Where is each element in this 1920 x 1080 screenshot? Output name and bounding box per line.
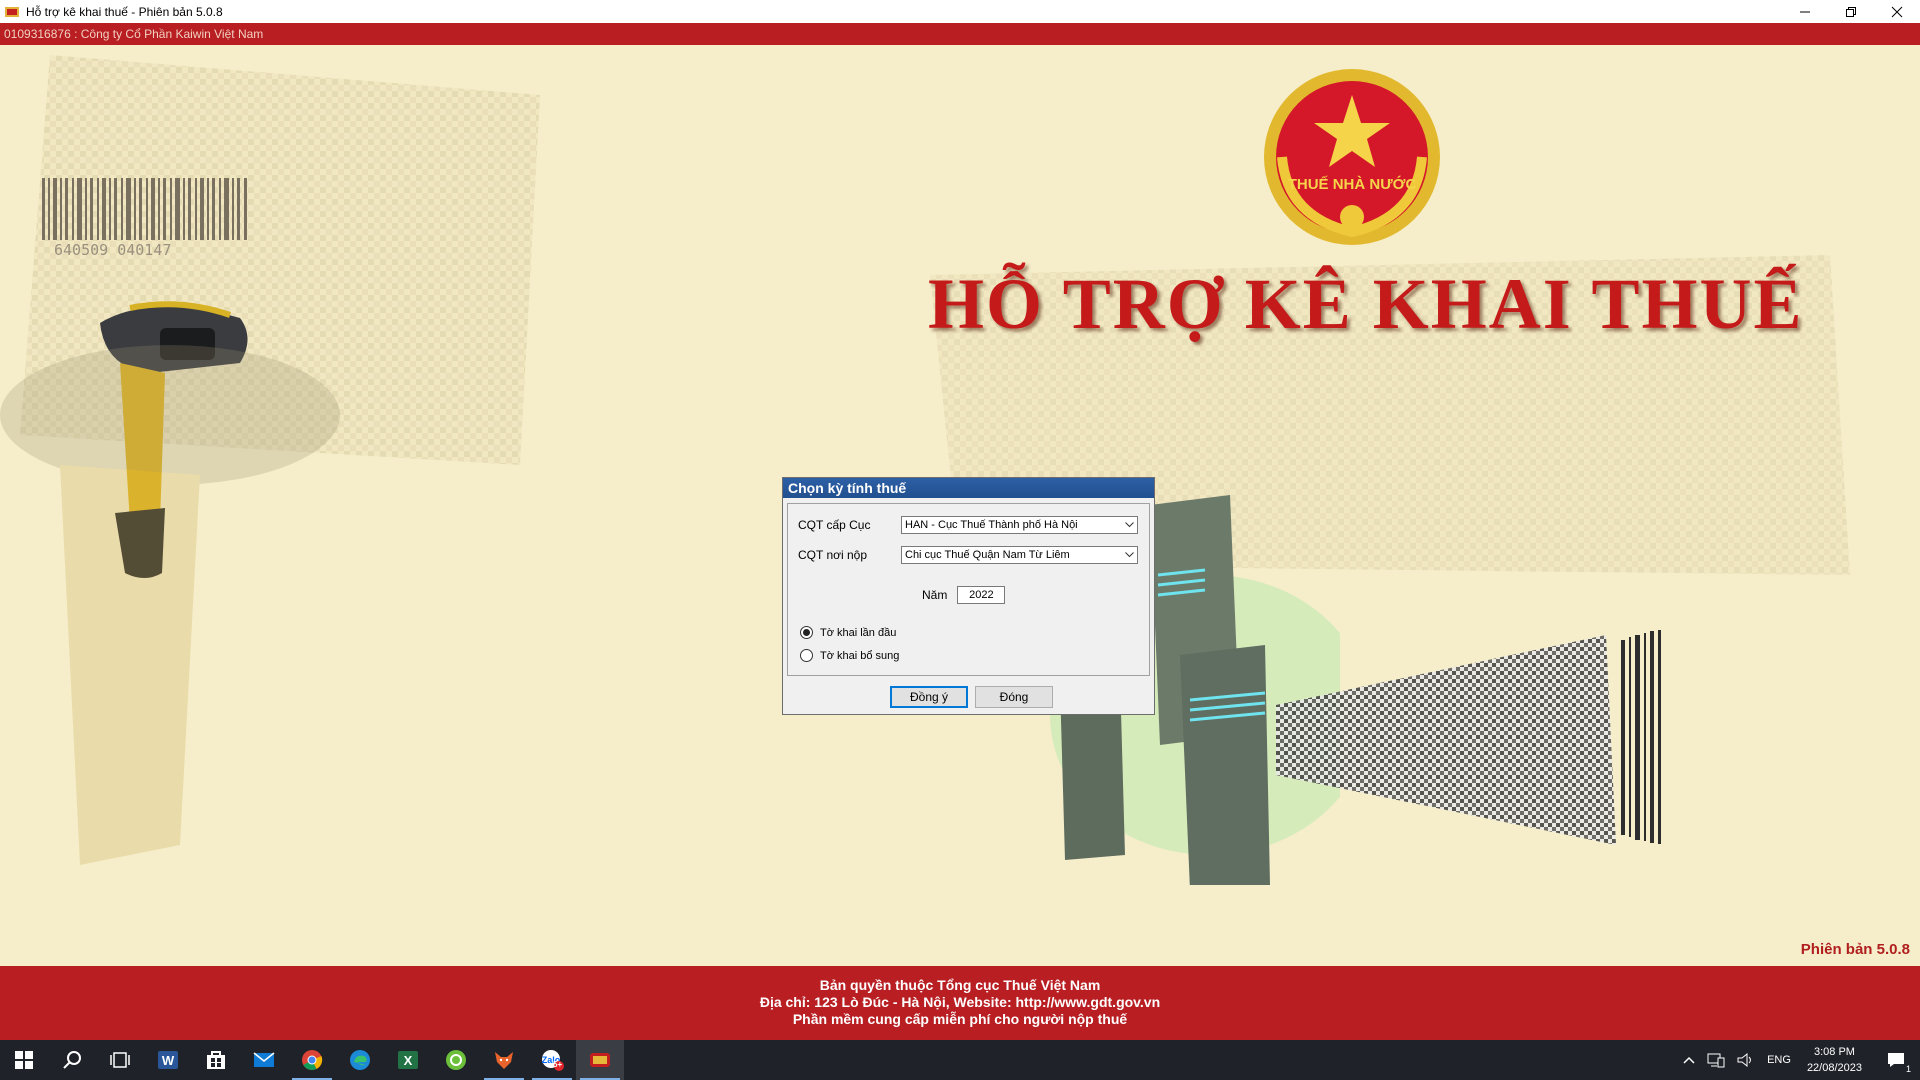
minimize-icon (1800, 11, 1810, 12)
restore-icon (1846, 6, 1856, 17)
minimize-button[interactable] (1782, 0, 1828, 23)
year-input[interactable]: 2022 (957, 586, 1006, 604)
radio-supplement-label: Tờ khai bổ sung (820, 649, 900, 662)
window-title-bar[interactable]: Hỗ trợ kê khai thuế - Phiên bản 5.0.8 (0, 0, 1920, 23)
word-icon: W (158, 1051, 178, 1069)
address-line: Địa chỉ: 123 Lò Đúc - Hà Nội, Website: h… (759, 994, 1161, 1010)
main-background: 640509 040147 THUẾ NHÀ NƯỚC HỖ TRỢ KÊ KH… (0, 45, 1920, 966)
fox-icon (495, 1052, 513, 1069)
year-row: Năm 2022 (922, 586, 1006, 604)
search-icon (63, 1051, 81, 1069)
task-view-icon (110, 1052, 130, 1068)
network-button[interactable] (1701, 1040, 1731, 1080)
dialog-body: CQT cấp Cục HAN - Cục Thuế Thành phố Hà … (787, 503, 1150, 676)
select-tax-period-dialog: Chọn kỳ tính thuế CQT cấp Cục HAN - Cục … (782, 477, 1155, 715)
language-indicator[interactable]: ENG (1761, 1040, 1797, 1080)
svg-text:W: W (162, 1053, 175, 1068)
task-view-button[interactable] (96, 1040, 144, 1080)
notification-button[interactable]: 1 (1872, 1040, 1920, 1080)
year-label: Năm (922, 588, 948, 602)
chevron-up-icon (1683, 1056, 1695, 1064)
close-icon (1891, 6, 1903, 17)
close-dialog-button[interactable]: Đóng (975, 686, 1053, 708)
volume-button[interactable] (1731, 1040, 1761, 1080)
green-app[interactable] (432, 1040, 480, 1080)
search-button[interactable] (48, 1040, 96, 1080)
ok-button[interactable]: Đồng ý (890, 686, 968, 708)
radio-selected-dot (803, 629, 810, 636)
start-button[interactable] (0, 1040, 48, 1080)
barcode-digits: 640509 040147 (54, 241, 171, 258)
chrome-icon (302, 1050, 323, 1070)
radio-first-circle[interactable] (800, 626, 813, 639)
chevron-down-icon[interactable] (1121, 517, 1137, 533)
notification-count: 1 (1902, 1064, 1914, 1074)
windows-logo-icon (15, 1051, 33, 1069)
htkk-app-icon (590, 1053, 610, 1067)
chevron-down-icon[interactable] (1121, 547, 1137, 563)
app-icon (5, 6, 19, 17)
cqt-noi-nop-label: CQT nơi nộp (798, 548, 868, 562)
radio-first-label: Tờ khai lần đầu (820, 626, 897, 639)
company-bar: 0109316876 : Công ty Cổ Phần Kaiwin Việt… (0, 23, 1920, 45)
copyright-line: Bản quyền thuộc Tổng cục Thuế Việt Nam (819, 977, 1101, 993)
free-software-line: Phần mềm cung cấp miễn phí cho người nộp… (792, 1011, 1128, 1027)
emblem-text: THUẾ NHÀ NƯỚC (1288, 175, 1417, 193)
cqt-noi-nop-select[interactable]: Chi cục Thuế Quận Nam Từ Liêm (901, 546, 1138, 564)
app-headline: HỖ TRỢ KÊ KHAI THUẾ (928, 264, 1804, 344)
copyright-footer: Bản quyền thuộc Tổng cục Thuế Việt Nam Đ… (0, 966, 1920, 1040)
version-label: Phiên bản 5.0.8 (1800, 941, 1910, 958)
company-label: 0109316876 : Công ty Cổ Phần Kaiwin Việt… (4, 27, 264, 41)
edge-icon (350, 1050, 370, 1070)
chrome-app[interactable] (288, 1040, 336, 1080)
radio-supplement-circle[interactable] (800, 649, 813, 662)
radio-first-declaration[interactable]: Tờ khai lần đầu (800, 626, 896, 639)
speaker-icon (1737, 1052, 1752, 1068)
cqt-cap-cuc-row: CQT cấp Cục HAN - Cục Thuế Thành phố Hà … (798, 516, 1138, 534)
fox-app[interactable] (480, 1040, 528, 1080)
barcode-wall-image (1276, 630, 1661, 845)
barcode-image: 640509 040147 (42, 178, 247, 258)
restore-button[interactable] (1828, 0, 1874, 23)
excel-icon: X (398, 1051, 418, 1069)
word-app[interactable]: W (144, 1040, 192, 1080)
dialog-title: Chọn kỳ tính thuế (783, 478, 1154, 498)
show-hidden-icons-button[interactable] (1677, 1040, 1701, 1080)
cqt-noi-nop-row: CQT nơi nộp Chi cục Thuế Quận Nam Từ Liê… (798, 546, 1138, 564)
cqt-noi-nop-value: Chi cục Thuế Quận Nam Từ Liêm (905, 549, 1070, 561)
mail-app[interactable] (240, 1040, 288, 1080)
network-icon (1707, 1053, 1725, 1068)
tax-emblem-logo: THUẾ NHÀ NƯỚC (1264, 69, 1440, 245)
svg-text:X: X (404, 1053, 413, 1068)
store-app[interactable] (192, 1040, 240, 1080)
zalo-badge: 5+ (553, 1060, 563, 1069)
green-circle-app-icon (446, 1050, 466, 1070)
clock[interactable]: 3:08 PM 22/08/2023 (1797, 1040, 1872, 1080)
cqt-cap-cuc-value: HAN - Cục Thuế Thành phố Hà Nội (905, 519, 1078, 531)
window-title: Hỗ trợ kê khai thuế - Phiên bản 5.0.8 (26, 4, 223, 19)
cqt-cap-cuc-select[interactable]: HAN - Cục Thuế Thành phố Hà Nội (901, 516, 1138, 534)
zalo-app[interactable]: Zalo 5+ (528, 1040, 576, 1080)
mail-icon (253, 1052, 275, 1067)
cqt-cap-cuc-label: CQT cấp Cục (798, 518, 871, 532)
close-button[interactable] (1874, 0, 1920, 23)
store-icon (207, 1051, 225, 1069)
windows-taskbar: W X Zalo 5+ ENG 3:08 PM 22/08/2023 1 (0, 1040, 1920, 1080)
excel-app[interactable]: X (384, 1040, 432, 1080)
htkk-app[interactable] (576, 1040, 624, 1080)
clock-time: 3:08 PM (1813, 1046, 1855, 1058)
system-tray: ENG 3:08 PM 22/08/2023 1 (1677, 1040, 1920, 1080)
clock-date: 22/08/2023 (1806, 1062, 1862, 1074)
scanner-ghost-image (0, 345, 340, 865)
radio-supplement-declaration[interactable]: Tờ khai bổ sung (800, 649, 899, 662)
edge-app[interactable] (336, 1040, 384, 1080)
